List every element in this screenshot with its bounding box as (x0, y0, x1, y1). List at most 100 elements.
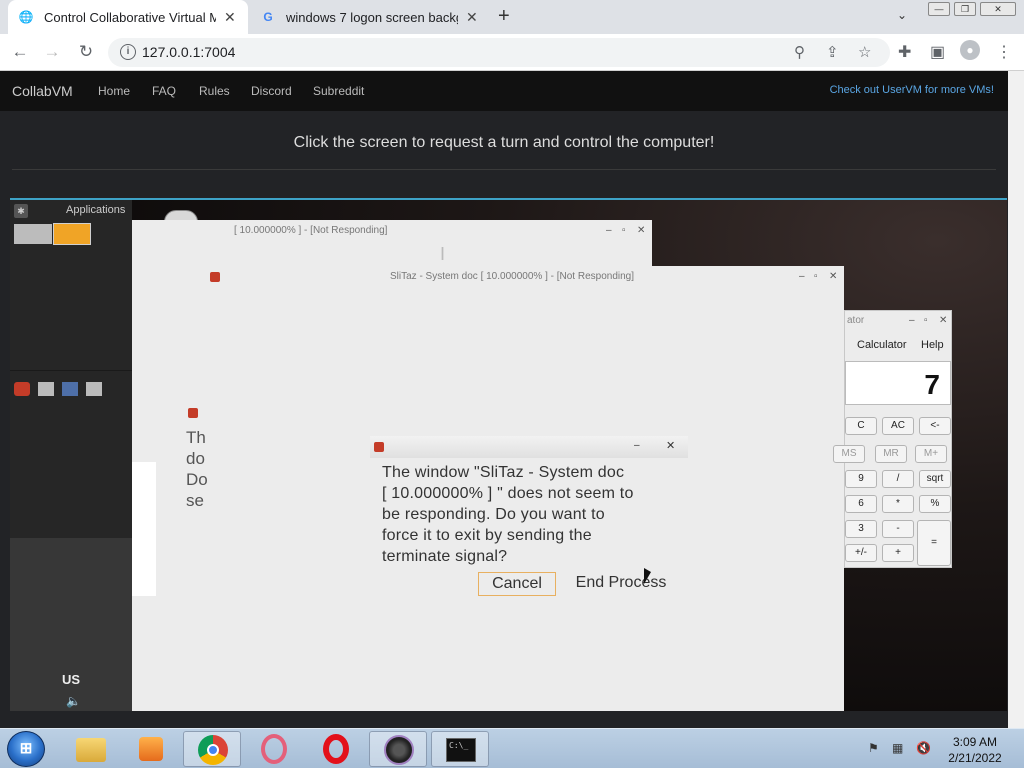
minimize-icon[interactable]: – (606, 225, 612, 236)
sign-button[interactable]: +/- (845, 544, 877, 562)
applications-menu[interactable]: Applications (66, 204, 125, 216)
site-navbar: CollabVM Home FAQ Rules Discord Subreddi… (0, 71, 1008, 111)
restore-window-button[interactable]: ❐ (954, 2, 976, 16)
memory-store-button[interactable]: MS (833, 445, 865, 463)
site-info-icon[interactable]: i (120, 44, 136, 60)
end-process-button[interactable]: End Process (566, 572, 676, 596)
all-clear-button[interactable]: AC (882, 417, 914, 435)
maximize-icon[interactable]: ▫ (924, 315, 928, 326)
minimize-icon[interactable]: – (634, 440, 640, 451)
memory-recall-button[interactable]: MR (875, 445, 907, 463)
percent-button[interactable]: % (919, 495, 951, 513)
clear-button[interactable]: C (845, 417, 877, 435)
calculator-window[interactable]: ator – ▫ ✕ Calculator Help 7 C AC <- MS … (833, 310, 952, 568)
tab-search-icon[interactable]: ⌄ (897, 8, 907, 22)
vm-screen[interactable]: ✱ Applications US 🔈 [ 10.000000% ] - [No… (10, 198, 1007, 711)
nav-rules[interactable]: Rules (199, 84, 230, 98)
keyboard-layout[interactable]: US (62, 672, 80, 687)
extensions-icon[interactable]: ✚ (898, 42, 911, 62)
digit-9-button[interactable]: 9 (845, 470, 877, 488)
nav-discord[interactable]: Discord (251, 84, 292, 98)
message-line: terminate signal? (382, 548, 508, 565)
close-icon[interactable]: ✕ (637, 225, 645, 236)
minus-button[interactable]: - (882, 520, 914, 538)
close-icon[interactable]: ✕ (939, 315, 947, 326)
menu-kebab-icon[interactable]: ⋮ (996, 42, 1012, 62)
profile-avatar-icon[interactable]: ● (960, 40, 980, 60)
memory-add-button[interactable]: M+ (915, 445, 947, 463)
slitaz-icon[interactable] (14, 382, 30, 396)
divide-button[interactable]: / (882, 470, 914, 488)
system-clock[interactable]: 3:09 AM 2/21/2022 (940, 734, 1010, 766)
back-button[interactable]: ← (8, 41, 32, 63)
page-scrollbar[interactable] (1008, 71, 1024, 731)
site-brand[interactable]: CollabVM (12, 83, 73, 99)
action-center-icon[interactable]: ⚑ (868, 741, 879, 755)
digit-3-button[interactable]: 3 (845, 520, 877, 538)
uservm-link[interactable]: Check out UserVM for more VMs! (830, 84, 994, 96)
nav-subreddit[interactable]: Subreddit (313, 84, 364, 98)
menu-help[interactable]: Help (921, 339, 944, 351)
nav-faq[interactable]: FAQ (152, 84, 176, 98)
tab-google-search[interactable]: G windows 7 logon screen backgro ✕ (250, 0, 490, 34)
minimize-icon[interactable]: – (909, 315, 915, 326)
obs-taskbar-item[interactable] (369, 731, 427, 767)
menu-icon[interactable]: ✱ (14, 204, 28, 218)
menu-calculator[interactable]: Calculator (857, 339, 907, 351)
file-manager-icon[interactable] (86, 382, 102, 396)
multiply-button[interactable]: * (882, 495, 914, 513)
equals-button[interactable]: = (917, 520, 951, 566)
plus-button[interactable]: + (882, 544, 914, 562)
close-tab-icon[interactable]: ✕ (224, 9, 236, 26)
cmd-taskbar-item[interactable]: C:\_ (431, 731, 489, 767)
tab-collabvm[interactable]: 🌐 Control Collaborative Virtual Ma ✕ (8, 0, 248, 34)
close-tab-icon[interactable]: ✕ (466, 9, 478, 26)
bookmark-star-icon[interactable]: ☆ (858, 43, 871, 61)
active-workspace-button[interactable] (53, 223, 91, 245)
opera-gx-icon (261, 734, 287, 764)
editor-icon[interactable] (62, 382, 78, 396)
opera-icon (323, 734, 349, 764)
terminal-icon[interactable] (38, 382, 54, 396)
forward-button[interactable]: → (40, 41, 64, 63)
close-icon[interactable]: ✕ (829, 271, 837, 282)
media-player-taskbar-item[interactable] (122, 731, 180, 767)
close-icon[interactable]: ✕ (666, 439, 675, 452)
share-icon[interactable]: ⇪ (826, 43, 839, 61)
app-icon (374, 442, 384, 452)
text-line: se (186, 491, 204, 510)
turn-banner: Click the screen to request a turn and c… (0, 111, 1008, 201)
close-window-button[interactable]: ✕ (980, 2, 1016, 16)
not-responding-dialog[interactable]: – ✕ The window "SliTaz - System doc [ 10… (370, 436, 688, 604)
chrome-taskbar-item[interactable] (183, 731, 241, 767)
network-icon[interactable]: ▦ (892, 741, 903, 755)
zoom-icon[interactable]: ⚲ (794, 43, 805, 61)
backspace-button[interactable]: <- (919, 417, 951, 435)
text-line: do (186, 449, 205, 468)
folder-icon (76, 738, 106, 762)
workspace-button[interactable] (14, 224, 52, 244)
explorer-taskbar-item[interactable] (62, 731, 120, 767)
new-tab-button[interactable]: + (498, 5, 510, 28)
minimize-window-button[interactable]: — (928, 2, 950, 16)
start-button[interactable]: ⊞ (7, 731, 45, 767)
volume-icon[interactable]: 🔈 (66, 694, 81, 708)
toolbar: ← → ↻ i 127.0.0.1:7004 ⚲ ⇪ ☆ (0, 34, 1024, 71)
chrome-icon (198, 735, 228, 765)
cancel-button[interactable]: Cancel (478, 572, 556, 596)
nav-home[interactable]: Home (98, 84, 130, 98)
minimize-icon[interactable]: – (799, 271, 805, 282)
side-panel-icon[interactable]: ▣ (930, 42, 945, 62)
vm-side-panel: ✱ Applications US 🔈 (10, 200, 132, 711)
maximize-icon[interactable]: ▫ (814, 271, 818, 282)
address-bar[interactable]: i 127.0.0.1:7004 ⚲ ⇪ ☆ (108, 38, 890, 67)
maximize-icon[interactable]: ▫ (622, 225, 626, 236)
volume-muted-icon[interactable]: 🔇 (916, 741, 931, 755)
opera-taskbar-item[interactable] (307, 731, 365, 767)
opera-gx-taskbar-item[interactable] (245, 731, 303, 767)
url-text[interactable]: 127.0.0.1:7004 (142, 44, 235, 60)
sqrt-button[interactable]: sqrt (919, 470, 951, 488)
reload-button[interactable]: ↻ (74, 41, 98, 63)
google-icon: G (263, 10, 273, 24)
digit-6-button[interactable]: 6 (845, 495, 877, 513)
